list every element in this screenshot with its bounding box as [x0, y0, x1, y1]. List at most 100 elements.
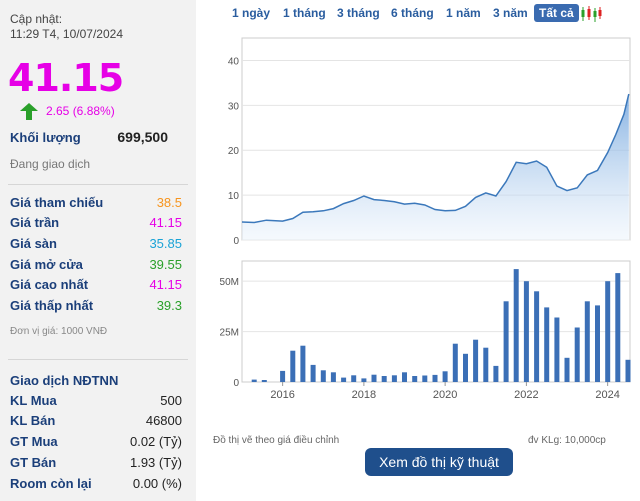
tab-3-months[interactable]: 3 tháng [337, 6, 380, 20]
x-tick-label: 2016 [270, 389, 294, 401]
price-y-tick: 20 [228, 146, 240, 157]
adjusted-price-note: Đồ thị vẽ theo giá điều chỉnh [213, 435, 340, 446]
volume-bar [483, 347, 489, 382]
foreign-row-buy-volume: KL Mua 500 [10, 393, 182, 411]
volume-bar [605, 281, 611, 382]
row-value: 46800 [145, 413, 182, 428]
volume-y-tick: 0 [233, 378, 239, 389]
x-tick-label: 2018 [352, 389, 376, 401]
price-row-high: Giá cao nhất 41.15 [10, 277, 182, 295]
divider [8, 184, 188, 185]
volume-bar [290, 350, 296, 382]
volume-bar [554, 317, 560, 382]
price-row-ceiling: Giá trần 41.15 [10, 215, 182, 233]
volume-bar [452, 343, 458, 382]
foreign-row-sell-value: GT Bán 1.93 (Tỷ) [10, 455, 182, 473]
price-area [242, 94, 629, 240]
row-value: 35.85 [149, 236, 182, 251]
volume-bar [463, 353, 468, 382]
candlestick-icon[interactable] [580, 5, 602, 23]
row-label: Giá cao nhất [10, 277, 89, 292]
divider [8, 359, 188, 360]
volume-bar [341, 377, 347, 382]
x-tick-label: 2020 [433, 389, 457, 401]
row-value: 0.00 (%) [132, 476, 182, 491]
price-change: 2.65 (6.88%) [46, 104, 115, 118]
volume-bar [371, 374, 377, 382]
volume-value: 699,500 [117, 129, 168, 145]
volume-chart: 0 25M 50M 2016 2018 2020 2022 2024 [220, 260, 631, 401]
tab-1-year[interactable]: 1 năm [446, 6, 481, 20]
volume-bar [251, 379, 257, 382]
volume-bar [310, 364, 316, 382]
volume-bar [381, 376, 387, 382]
volume-bar [442, 371, 448, 382]
row-label: Giá mở cửa [10, 257, 83, 272]
volume-bar [280, 370, 286, 382]
foreign-row-room: Room còn lại 0.00 (%) [10, 476, 182, 494]
row-value: 0.02 (Tỷ) [129, 434, 182, 449]
foreign-row-buy-value: GT Mua 0.02 (Tỷ) [10, 434, 182, 452]
row-value: 41.15 [149, 215, 182, 230]
volume-bar [361, 378, 367, 382]
volume-bar [320, 370, 326, 382]
update-time: 11:29 T4, 10/07/2024 [10, 27, 123, 41]
row-label: Giá sàn [10, 236, 57, 251]
volume-y-tick: 25M [220, 328, 239, 339]
row-value: 1.93 (Tỷ) [129, 455, 182, 470]
volume-bar [261, 380, 267, 382]
volume-bar [595, 305, 600, 382]
volume-bar [584, 301, 590, 382]
volume-bar [412, 376, 418, 382]
price-y-tick: 0 [233, 236, 239, 247]
row-value: 500 [160, 393, 182, 408]
price-y-tick: 30 [228, 101, 240, 112]
trading-status: Đang giao dịch [10, 157, 91, 171]
price-y-tick: 10 [228, 191, 240, 202]
volume-bar [422, 375, 428, 382]
tab-1-day[interactable]: 1 ngày [232, 6, 270, 20]
price-row-low: Giá thấp nhất 39.3 [10, 298, 182, 316]
tab-6-months[interactable]: 6 tháng [391, 6, 434, 20]
row-value: 39.55 [149, 257, 182, 272]
volume-bar [503, 301, 509, 382]
row-label: GT Bán [10, 455, 57, 470]
volume-bar [493, 365, 499, 382]
volume-unit-note: đv KLg: 10,000cp [528, 435, 606, 446]
view-technical-chart-button[interactable]: Xem đồ thị kỹ thuật [365, 448, 513, 476]
price-row-reference: Giá tham chiếu 38.5 [10, 195, 182, 213]
price-row-floor: Giá sàn 35.85 [10, 236, 182, 254]
row-label: Giá tham chiếu [10, 195, 104, 210]
row-value: 39.3 [156, 298, 182, 313]
row-label: Room còn lại [10, 476, 92, 491]
row-label: GT Mua [10, 434, 58, 449]
row-label: Giá trần [10, 215, 60, 230]
tab-all[interactable]: Tất cả [534, 4, 579, 22]
volume-bar [513, 269, 519, 382]
x-tick-label: 2024 [595, 389, 619, 401]
price-unit-note: Đơn vị giá: 1000 VNĐ [10, 326, 108, 337]
current-price: 41.15 [8, 56, 124, 100]
row-label: KL Mua [10, 393, 57, 408]
foreign-row-sell-volume: KL Bán 46800 [10, 413, 182, 431]
arrow-up-icon [20, 103, 38, 120]
volume-bar [615, 273, 621, 382]
volume-bar [473, 339, 479, 382]
x-tick-label: 2022 [514, 389, 538, 401]
volume-bar [564, 357, 570, 382]
row-label: KL Bán [10, 413, 56, 428]
volume-bar [402, 372, 407, 382]
volume-bar [534, 291, 540, 383]
tab-1-month[interactable]: 1 tháng [283, 6, 326, 20]
tab-3-years[interactable]: 3 năm [493, 6, 528, 20]
row-label: Giá thấp nhất [10, 298, 94, 313]
volume-y-tick: 50M [220, 277, 239, 288]
foreign-trading-title: Giao dịch NĐTNN [10, 373, 119, 388]
update-label: Cập nhật: [10, 12, 63, 26]
price-y-tick: 40 [228, 56, 240, 67]
volume-bar [523, 281, 529, 382]
volume-label: Khối lượng [10, 130, 81, 145]
row-value: 41.15 [149, 277, 182, 292]
volume-plot-frame [241, 260, 631, 383]
quote-panel: Cập nhật: 11:29 T4, 10/07/2024 41.15 2.6… [0, 0, 196, 501]
